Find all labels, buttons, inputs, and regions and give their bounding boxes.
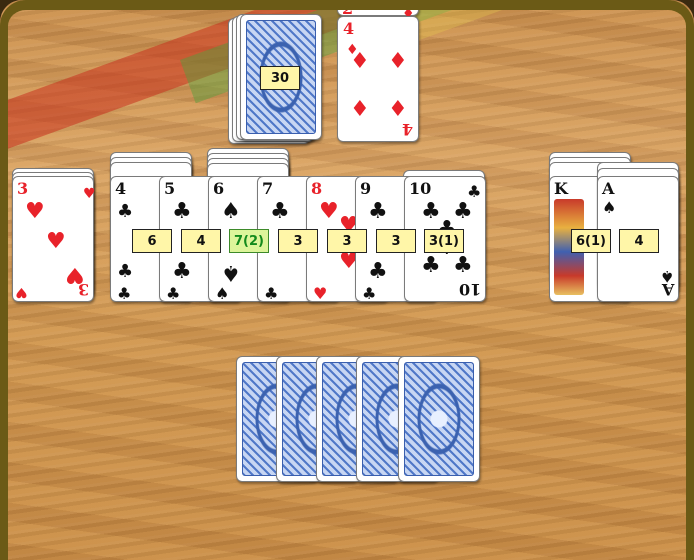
tableau-count-label: 6 xyxy=(132,229,172,253)
stock-count-label: 30 xyxy=(260,66,300,90)
heart-icon: ♥ xyxy=(83,186,96,202)
card-rank: 3 xyxy=(77,280,89,299)
club-icon: ♣ xyxy=(264,284,279,303)
card-rank: K xyxy=(554,179,568,198)
tableau-count-label: 3 xyxy=(278,229,318,253)
tableau-count-label: 3 xyxy=(376,229,416,253)
right-count-label: 4 xyxy=(619,229,659,253)
card-rank: 6 xyxy=(213,179,225,198)
diamond-icon: ♦ xyxy=(388,49,408,74)
club-icon: ♣ xyxy=(172,199,192,224)
club-icon: ♣ xyxy=(362,284,377,303)
heart-icon: ♥ xyxy=(46,229,66,254)
club-icon: ♣ xyxy=(117,284,132,303)
foundation-card-under: 2 ♦ xyxy=(337,0,419,22)
diamond-icon: ♦ xyxy=(350,97,370,122)
card-rank: A xyxy=(602,179,615,198)
card-rank: 10 xyxy=(409,179,432,198)
heart-icon: ♥ xyxy=(313,284,328,303)
diamond-icon: ♦ xyxy=(350,49,370,74)
tableau-count-label: 4 xyxy=(181,229,221,253)
card-rank: 10 xyxy=(458,280,481,299)
heart-icon: ♥ xyxy=(25,199,45,224)
card-rank: 3 xyxy=(17,179,29,198)
spade-icon: ♠ xyxy=(221,260,241,285)
foundation-card[interactable]: 4 ♦ ♦ ♦ ♦ ♦ 4 xyxy=(337,16,419,142)
heart-icon: ♥ xyxy=(319,199,339,224)
club-icon: ♣ xyxy=(368,199,388,224)
card-rank: 4 xyxy=(401,120,413,139)
card-rank: 4 xyxy=(343,19,355,38)
tableau-count-label: 3(1) xyxy=(424,229,464,253)
card-rank: 7 xyxy=(262,179,274,198)
tableau-count-label-highlighted: 7(2) xyxy=(229,229,269,253)
club-icon: ♣ xyxy=(166,284,181,303)
spade-icon: ♠ xyxy=(602,198,617,217)
tableau-count-label: 3 xyxy=(327,229,367,253)
hand-card[interactable] xyxy=(398,356,480,482)
left-card[interactable]: 3 ♥ ♥ ♥ ♥ ♥ 3 xyxy=(12,176,96,302)
club-icon: ♣ xyxy=(117,261,134,282)
right-count-label: 6(1) xyxy=(571,229,611,253)
spade-icon: ♠ xyxy=(215,284,230,303)
card-rank: 4 xyxy=(115,179,127,198)
card-rank: 8 xyxy=(311,179,323,198)
club-icon: ♣ xyxy=(117,201,134,222)
heart-icon: ♥ xyxy=(15,284,28,300)
card-rank: 2 xyxy=(342,0,354,18)
card-rank: 5 xyxy=(164,179,176,198)
diamond-icon: ♦ xyxy=(388,97,408,122)
club-icon: ♣ xyxy=(368,259,388,284)
club-icon: ♣ xyxy=(172,259,192,284)
spade-icon: ♠ xyxy=(221,199,241,224)
card-rank: A xyxy=(661,280,674,299)
card-rank: 9 xyxy=(360,179,372,198)
club-icon: ♣ xyxy=(270,199,290,224)
